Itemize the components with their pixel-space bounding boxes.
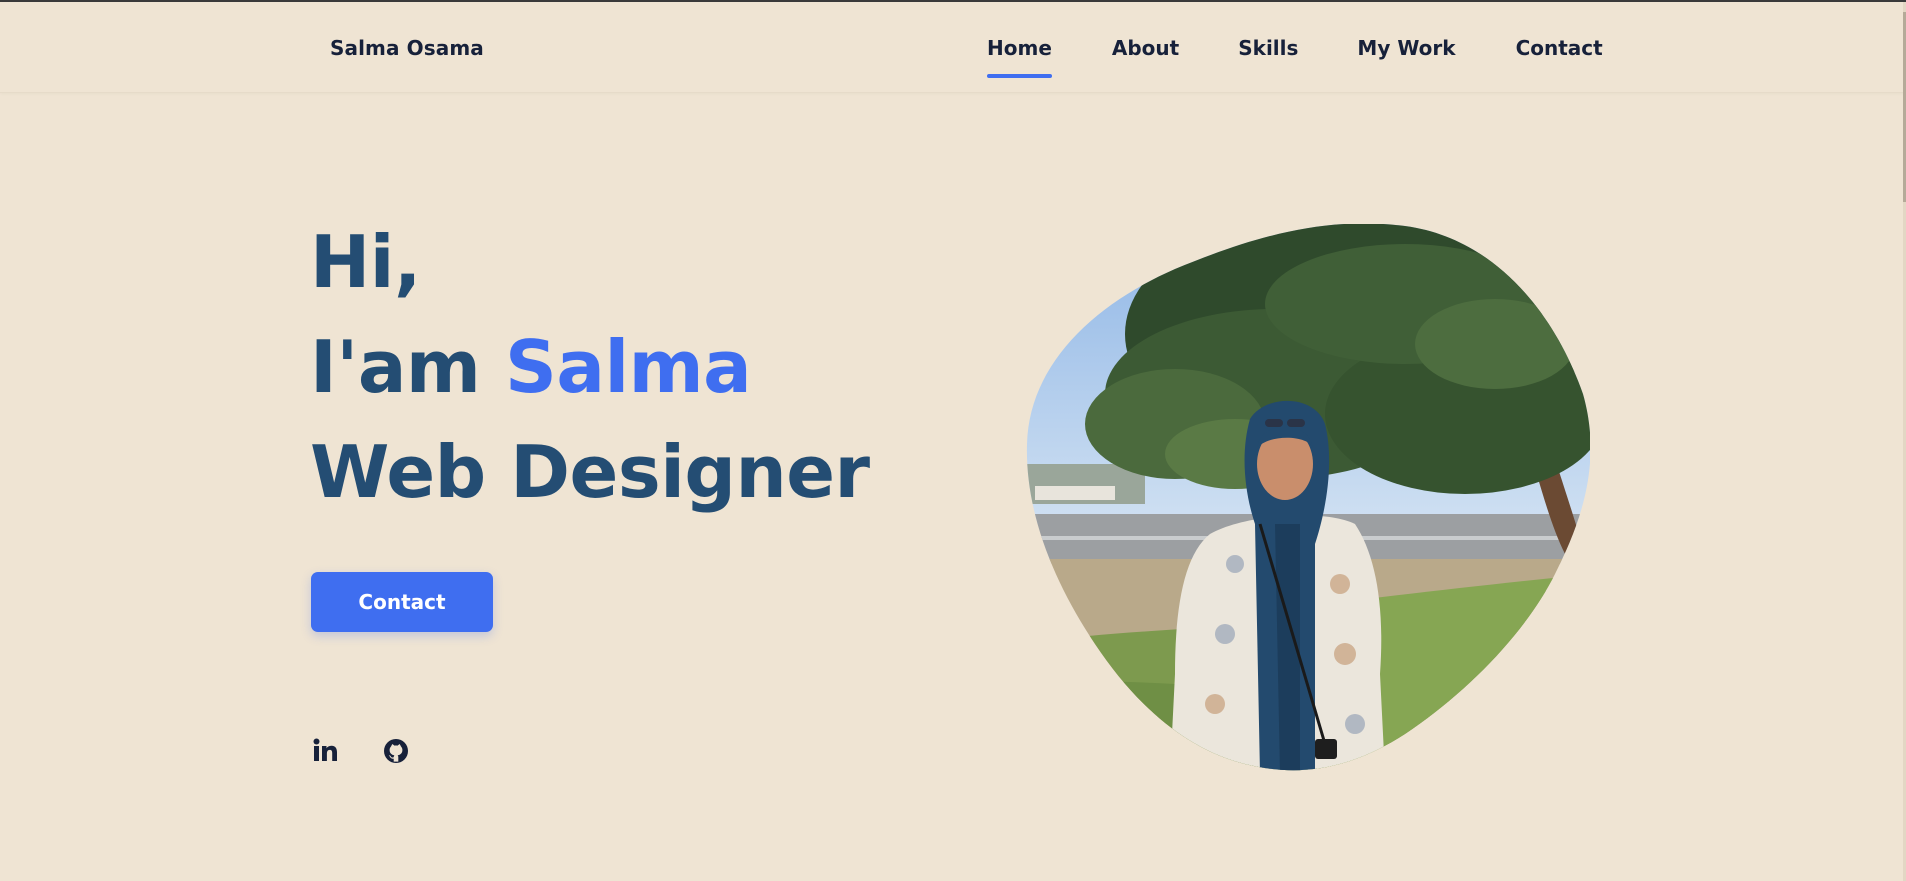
social-links [312, 737, 410, 765]
main-nav: Home About Skills My Work Contact [987, 36, 1603, 78]
profile-photo [1025, 223, 1591, 774]
hero-name: Salma [505, 325, 752, 409]
hero-greeting: Hi, [310, 220, 421, 304]
brand-name[interactable]: Salma Osama [330, 36, 484, 60]
hero-title: Hi, I'am Salma Web Designer [310, 210, 870, 525]
nav-skills[interactable]: Skills [1238, 36, 1298, 60]
nav-home[interactable]: Home [987, 36, 1052, 78]
nav-about[interactable]: About [1112, 36, 1179, 60]
linkedin-icon[interactable] [312, 737, 340, 765]
page: Salma Osama Home About Skills My Work Co… [0, 0, 1906, 881]
nav-my-work[interactable]: My Work [1357, 36, 1455, 60]
hero-intro: I'am Salma [310, 315, 870, 420]
nav-contact[interactable]: Contact [1516, 36, 1603, 60]
hero-intro-prefix: I'am [310, 325, 506, 409]
site-header: Salma Osama Home About Skills My Work Co… [0, 2, 1906, 93]
github-icon[interactable] [382, 737, 410, 765]
contact-button[interactable]: Contact [311, 572, 493, 632]
hero-role: Web Designer [310, 430, 870, 514]
